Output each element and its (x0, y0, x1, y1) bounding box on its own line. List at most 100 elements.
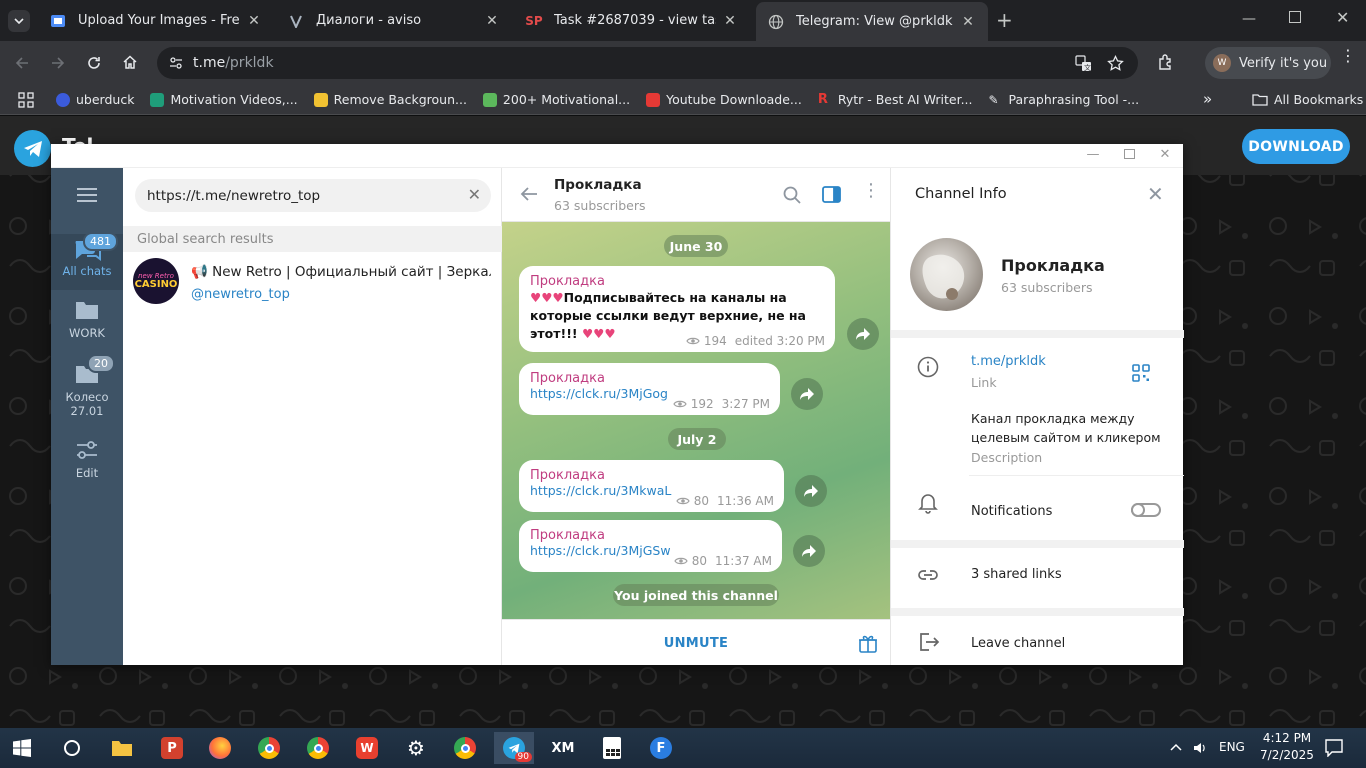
message-bubble[interactable]: Прокладка https://clck.ru/3MkwaL 80 11:3… (519, 460, 784, 512)
start-button[interactable] (2, 732, 42, 764)
taskbar-firefox[interactable] (200, 732, 240, 764)
close-icon[interactable]: ✕ (722, 13, 738, 29)
search-result-item[interactable]: new Retro CASINO 📢 New Retro | Официальн… (123, 254, 502, 310)
forward-button[interactable] (795, 475, 827, 507)
browser-toolbar: t.me/prkldk 文 W Verify it's you ⋮ (0, 41, 1366, 85)
clock-time[interactable]: 4:12 PM (1262, 731, 1312, 745)
f-app-icon: F (650, 737, 672, 759)
taskbar-chrome-2[interactable] (445, 732, 485, 764)
minimize-button[interactable]: — (1242, 11, 1256, 27)
new-tab-button[interactable]: + (996, 8, 1013, 32)
search-value: https://t.me/newretro_top (147, 187, 321, 204)
back-arrow-icon[interactable] (520, 186, 538, 202)
home-icon[interactable] (122, 54, 138, 70)
taskbar-chrome-profile[interactable] (249, 732, 289, 764)
tab-search-button[interactable] (8, 10, 30, 32)
sp-icon: SP (525, 13, 543, 28)
message-meta: 194 edited 3:20 PM (686, 334, 825, 348)
youtube-download-icon (646, 92, 661, 107)
language-indicator[interactable]: ENG (1219, 740, 1245, 754)
search-button[interactable] (52, 732, 92, 764)
taskbar-settings[interactable]: ⚙ (396, 732, 436, 764)
bookmark-item[interactable]: uberduck (48, 92, 142, 107)
close-icon[interactable]: ✕ (246, 13, 262, 29)
menu-hamburger-icon[interactable] (77, 188, 97, 202)
chevron-up-icon[interactable] (1170, 743, 1182, 751)
bookmark-item[interactable]: ✎ Paraphrasing Tool -... (981, 92, 1148, 107)
message-bubble[interactable]: Прокладка https://clck.ru/3MjGog 192 3:2… (519, 363, 780, 415)
download-button[interactable]: DOWNLOAD (1242, 129, 1350, 164)
site-settings-icon[interactable] (169, 56, 183, 70)
taskbar-calculator[interactable] (592, 732, 632, 764)
qr-code-icon[interactable] (1132, 364, 1150, 382)
menu-kebab-icon[interactable]: ⋮ (1340, 48, 1356, 64)
reload-icon[interactable] (86, 55, 102, 71)
folder-all-chats[interactable]: All chats 481 (51, 232, 123, 290)
back-arrow-icon[interactable] (14, 55, 30, 71)
shared-links-row[interactable]: 3 shared links (891, 548, 1184, 604)
globe-icon (768, 14, 784, 30)
close-icon[interactable]: ✕ (960, 14, 976, 30)
close-icon[interactable]: ✕ (484, 13, 500, 29)
channel-subscribers: 63 subscribers (1001, 280, 1093, 295)
address-bar[interactable]: t.me/prkldk 文 (157, 47, 1138, 79)
channel-avatar[interactable] (910, 238, 983, 311)
close-icon[interactable]: ✕ (1147, 182, 1164, 206)
divider (891, 540, 1184, 548)
browser-tab[interactable]: Диалоги - aviso ✕ (276, 0, 512, 41)
clock-date[interactable]: 7/2/2025 (1258, 748, 1316, 762)
browser-tab[interactable]: Upload Your Images - Free Imag ✕ (38, 0, 274, 41)
taskbar-chrome[interactable] (298, 732, 338, 764)
profile-label: Verify it's you (1239, 55, 1328, 71)
taskbar-app-p[interactable]: P (152, 732, 192, 764)
clear-search-icon[interactable]: ✕ (468, 185, 481, 204)
search-input[interactable]: https://t.me/newretro_top ✕ (135, 179, 491, 212)
speaker-icon[interactable] (1192, 740, 1208, 756)
bookmark-item[interactable]: 200+ Motivational... (475, 92, 638, 107)
forward-button[interactable] (791, 378, 823, 410)
browser-tab[interactable]: SP Task #2687039 - view task ✕ (514, 0, 750, 41)
minimize-button[interactable]: — (1083, 147, 1103, 162)
forward-button[interactable] (847, 318, 879, 350)
taskbar-app-f[interactable]: F (641, 732, 681, 764)
sidebar-toggle-icon[interactable] (822, 186, 841, 203)
folder-koleso[interactable]: Колесо 27.01 20 (51, 354, 123, 418)
channel-link[interactable]: t.me/prkldk (971, 354, 1046, 369)
browser-tab-active[interactable]: Telegram: View @prkldk ✕ (756, 2, 988, 41)
taskbar-wps[interactable]: W (347, 732, 387, 764)
telegram-logo[interactable] (14, 130, 51, 167)
taskbar-telegram[interactable]: 90 (494, 732, 534, 764)
notifications-toggle[interactable] (1131, 503, 1161, 517)
close-window-button[interactable]: ✕ (1155, 147, 1175, 162)
bookmark-item[interactable]: R Rytr - Best AI Writer... (810, 92, 981, 107)
taskbar-file-explorer[interactable] (102, 732, 142, 764)
folder-work[interactable]: WORK (51, 300, 123, 340)
maximize-button[interactable] (1119, 147, 1139, 163)
unmute-button[interactable]: UNMUTE (502, 620, 890, 666)
translate-icon[interactable]: 文 (1075, 55, 1092, 72)
gift-icon[interactable] (858, 633, 878, 653)
calculator-icon (603, 737, 621, 759)
conversation-title[interactable]: Прокладка (554, 177, 642, 193)
all-bookmarks[interactable]: All Bookmarks (1244, 92, 1366, 107)
taskbar-xm[interactable]: XM (543, 732, 583, 764)
search-icon[interactable] (783, 186, 801, 204)
bookmark-item[interactable]: Youtube Downloade... (638, 92, 810, 107)
forward-button[interactable] (793, 535, 825, 567)
bookmark-item[interactable]: Remove Backgroun... (306, 92, 475, 107)
forward-arrow-icon[interactable] (50, 55, 66, 71)
notification-center-icon[interactable] (1325, 739, 1343, 757)
more-bookmarks-icon[interactable]: » (1203, 90, 1212, 108)
bookmark-item[interactable]: Motivation Videos,... (142, 92, 305, 107)
message-bubble[interactable]: Прокладка https://clck.ru/3MjGSw 80 11:3… (519, 520, 782, 572)
close-window-button[interactable]: ✕ (1336, 8, 1349, 27)
bookmark-star-icon[interactable] (1107, 55, 1124, 72)
more-kebab-icon[interactable]: ⋮ (862, 182, 880, 200)
folder-edit[interactable]: Edit (51, 440, 123, 480)
profile-chip[interactable]: W Verify it's you (1205, 47, 1331, 79)
apps-grid-icon[interactable] (18, 91, 34, 108)
extensions-icon[interactable] (1157, 53, 1175, 71)
maximize-button[interactable] (1289, 11, 1301, 23)
leave-channel-row[interactable]: Leave channel (891, 616, 1184, 665)
message-bubble[interactable]: Прокладка ♥♥♥Подписывайтесь на каналы на… (519, 266, 835, 352)
